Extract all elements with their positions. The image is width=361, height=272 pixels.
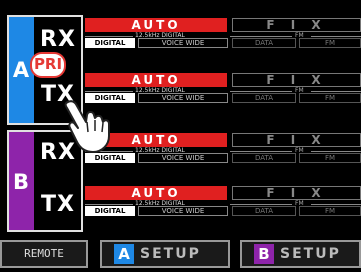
fix-button[interactable]: F I X [232,73,361,87]
data-button[interactable]: DATA [232,93,296,103]
setup-a-letter: A [114,244,134,264]
voice-wide-button[interactable]: VOICE WIDE [138,38,228,48]
fm-button[interactable]: FM [299,153,361,163]
fix-button[interactable]: F I X [232,186,361,200]
fix-button[interactable]: F I X [232,18,361,32]
divider [85,204,133,205]
fm-button[interactable]: FM [299,206,361,216]
divider [230,204,292,205]
divider [311,91,361,92]
divider [230,36,292,37]
voice-wide-button[interactable]: VOICE WIDE [138,206,228,216]
fix-button[interactable]: F I X [232,133,361,147]
band-a-letter: A [12,58,30,82]
setup-a-button[interactable]: A SETUP [100,240,230,268]
digital-button[interactable]: DIGITAL [85,38,135,48]
band-b-tx-label: TX [41,192,75,217]
digital-button[interactable]: DIGITAL [85,206,135,216]
data-button[interactable]: DATA [232,206,296,216]
remote-button[interactable]: REMOTE [0,240,88,268]
band-a-rx-label: RX [40,27,76,52]
divider [230,91,292,92]
voice-wide-button[interactable]: VOICE WIDE [138,93,228,103]
band-b-letter: B [12,170,29,194]
auto-button[interactable]: AUTO [85,186,227,200]
auto-button[interactable]: AUTO [85,73,227,87]
setup-b-letter: B [254,244,274,264]
divider [85,36,133,37]
setup-b-button[interactable]: B SETUP [240,240,361,268]
setup-b-label: SETUP [280,246,341,262]
data-button[interactable]: DATA [232,38,296,48]
auto-button[interactable]: AUTO [85,18,227,32]
band-b-rx-row: AUTO F I X 12.5kHz DIGITAL FM DIGITAL VO… [85,133,361,163]
fm-button[interactable]: FM [299,93,361,103]
band-a-tx-row: AUTO F I X 12.5kHz DIGITAL FM DIGITAL VO… [85,73,361,103]
data-button[interactable]: DATA [232,153,296,163]
band-a-rx-row: AUTO F I X 12.5kHz DIGITAL FM DIGITAL VO… [85,18,361,48]
setup-a-label: SETUP [140,246,201,262]
divider [311,204,361,205]
fm-button[interactable]: FM [299,38,361,48]
voice-wide-button[interactable]: VOICE WIDE [138,153,228,163]
bottom-bar: REMOTE A SETUP B SETUP [0,236,361,272]
divider [311,36,361,37]
divider [230,151,292,152]
divider [311,151,361,152]
band-b-tx-row: AUTO F I X 12.5kHz DIGITAL FM DIGITAL VO… [85,186,361,216]
digital-button[interactable]: DIGITAL [85,153,135,163]
pri-badge[interactable]: PRI [30,52,66,78]
divider [85,91,133,92]
hand-pointer-icon [64,100,110,153]
